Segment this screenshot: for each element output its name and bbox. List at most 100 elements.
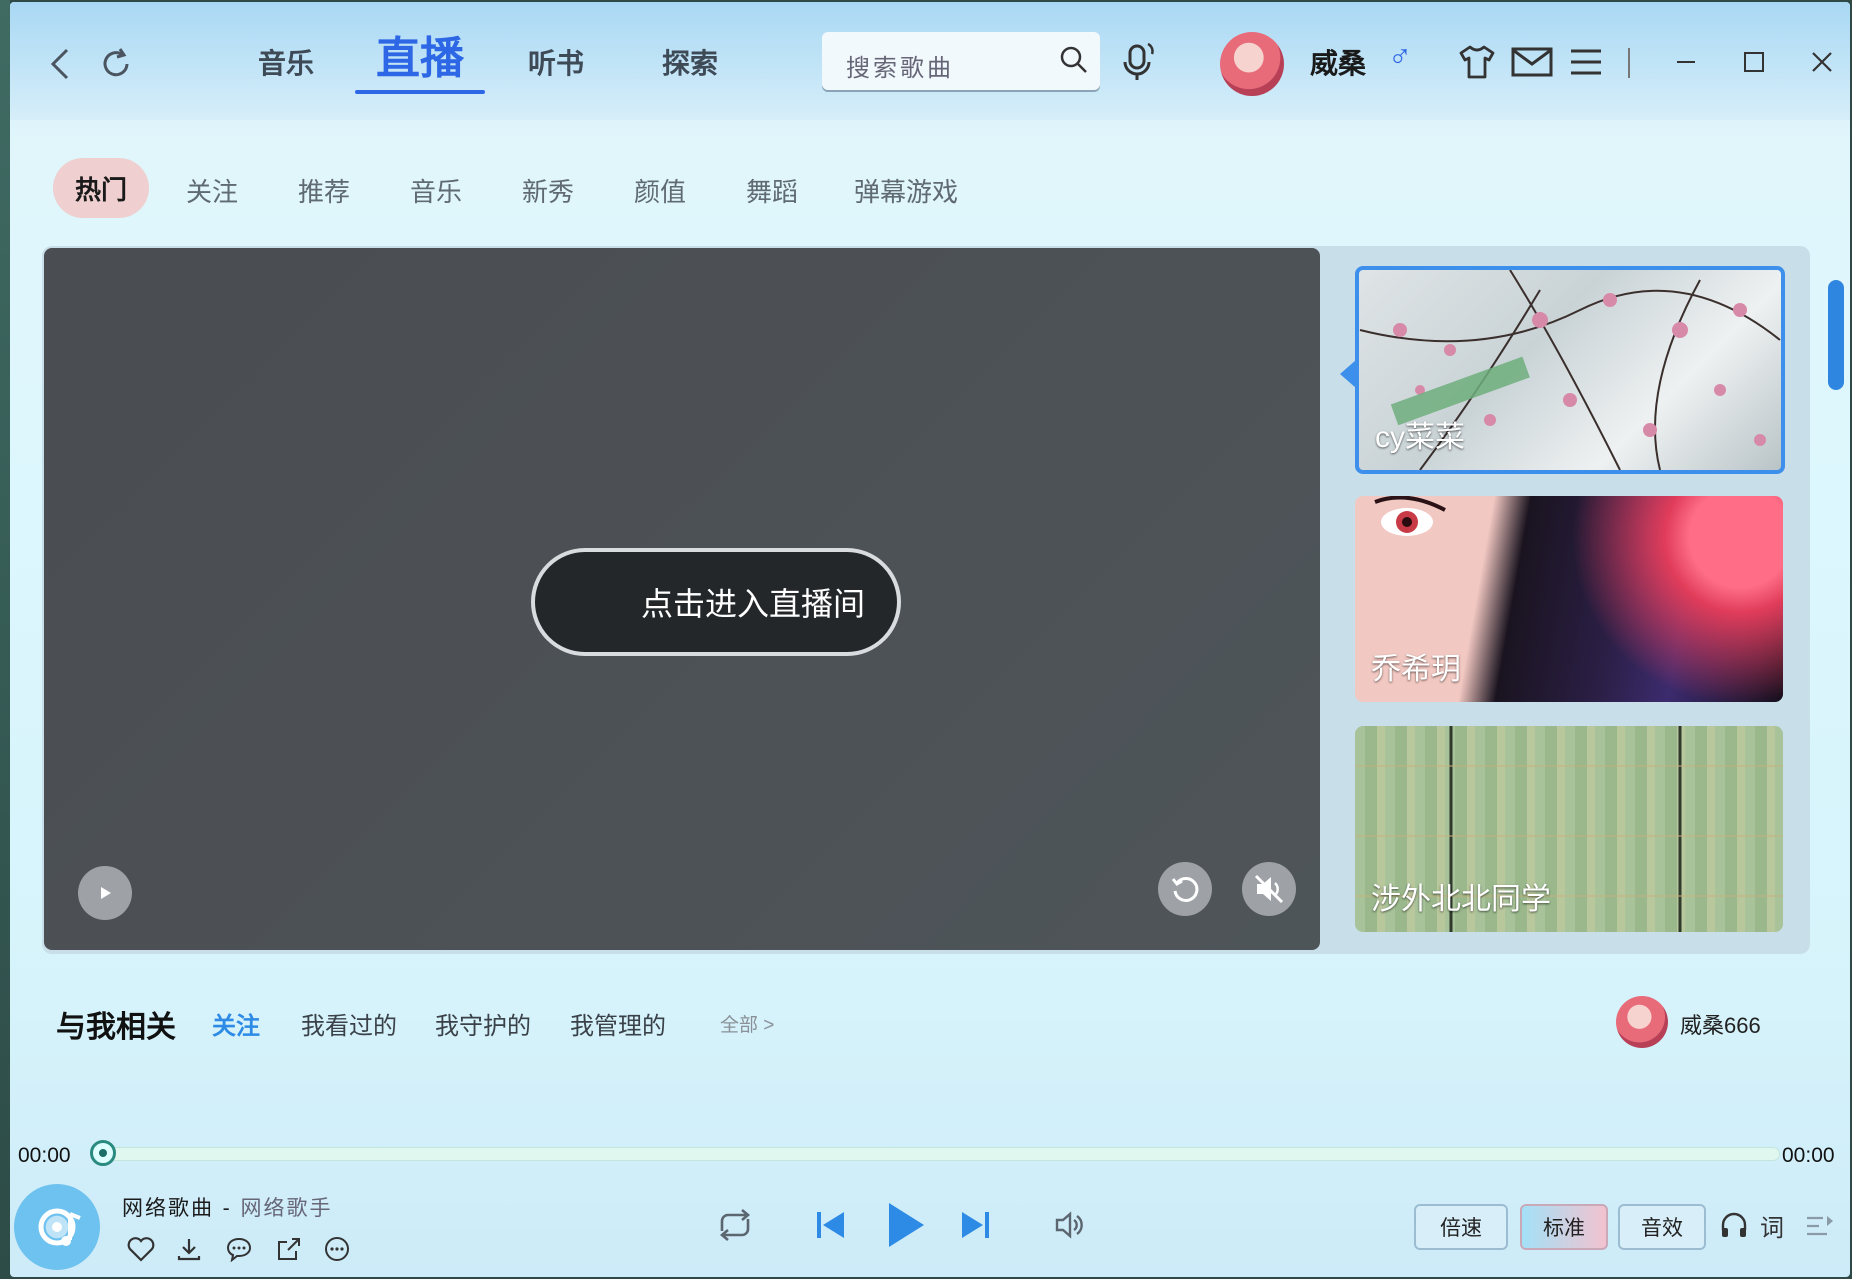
enter-live-room-label: 点击进入直播间 [640, 586, 865, 622]
live-room-card[interactable]: cy菜菜 [1355, 266, 1785, 474]
app-window: 音乐 直播 听书 探索 搜索歌曲 威桑 ♂ 热门 关注 推荐 音乐 新秀 颜值 … [10, 2, 1850, 1277]
repeat-icon [719, 1209, 751, 1241]
quality-standard-button[interactable]: 标准 [1520, 1204, 1608, 1250]
subtab-recommend[interactable]: 推荐 [298, 172, 350, 209]
progress-knob[interactable] [90, 1140, 116, 1166]
desktop-edge [0, 0, 10, 1279]
play-button[interactable] [876, 1192, 936, 1258]
related-section-title: 与我相关 [56, 1011, 176, 1044]
more-icon [325, 1237, 349, 1261]
live-room-card[interactable]: 乔希玥 [1355, 496, 1783, 702]
more-button[interactable] [320, 1232, 354, 1266]
related-user-name[interactable]: 威桑666 [1680, 1008, 1761, 1040]
related-tab-follow[interactable]: 关注 [212, 1006, 260, 1041]
download-icon [177, 1239, 201, 1261]
tab-live[interactable]: 直播 [376, 22, 464, 86]
scrollbar-thumb[interactable] [1828, 280, 1844, 390]
gender-icon: ♂ [1388, 38, 1412, 74]
maximize-button[interactable] [1732, 40, 1776, 84]
voice-search-button[interactable] [1116, 40, 1160, 84]
speaker-icon [1055, 1211, 1083, 1239]
menu-button[interactable] [1564, 40, 1608, 84]
skin-button[interactable] [1455, 40, 1499, 84]
volume-button[interactable] [1046, 1202, 1092, 1248]
subtab-music[interactable]: 音乐 [410, 172, 462, 209]
tab-music[interactable]: 音乐 [258, 42, 314, 82]
next-track-button[interactable] [950, 1200, 1000, 1250]
tshirt-icon [1459, 45, 1495, 79]
play-icon [101, 887, 111, 899]
headphone-button[interactable] [1714, 1204, 1754, 1246]
search-placeholder: 搜索歌曲 [846, 54, 954, 82]
tab-audiobook[interactable]: 听书 [528, 42, 584, 82]
back-icon [50, 48, 69, 80]
music-disc-icon [38, 1208, 81, 1246]
subtab-follow[interactable]: 关注 [186, 172, 238, 209]
loop-mode-button[interactable] [710, 1202, 760, 1248]
close-icon [1812, 52, 1832, 72]
video-mute-button[interactable] [1242, 862, 1296, 916]
sound-effect-button[interactable]: 音效 [1618, 1204, 1706, 1250]
artist-name: 网络歌手 [240, 1196, 333, 1220]
total-time: 00:00 [1782, 1144, 1835, 1167]
sound-wave-icon [568, 584, 632, 620]
video-reload-button[interactable] [1158, 862, 1212, 916]
reload-icon [1171, 876, 1199, 902]
playlist-icon [1807, 1216, 1833, 1236]
divider [1628, 48, 1630, 78]
back-button[interactable] [38, 40, 86, 88]
search-box[interactable]: 搜索歌曲 [822, 32, 1100, 90]
next-icon [962, 1212, 989, 1238]
subtab-looks[interactable]: 颜值 [634, 172, 686, 209]
related-user-avatar[interactable] [1616, 996, 1668, 1048]
playlist-button[interactable] [1800, 1206, 1840, 1246]
user-avatar[interactable] [1220, 32, 1284, 96]
like-button[interactable] [124, 1232, 158, 1266]
play-icon [889, 1203, 924, 1247]
subtab-dance[interactable]: 舞蹈 [746, 172, 798, 209]
lyrics-button[interactable]: 词 [1760, 1208, 1784, 1243]
tab-explore[interactable]: 探索 [662, 42, 718, 82]
refresh-button[interactable] [92, 40, 140, 88]
live-room-name: cy菜菜 [1375, 421, 1465, 454]
user-name[interactable]: 威桑 [1310, 42, 1366, 82]
title-separator: - [214, 1196, 241, 1220]
close-button[interactable] [1800, 40, 1844, 84]
current-time: 00:00 [18, 1144, 71, 1167]
active-tab-underline [355, 90, 485, 94]
refresh-icon [103, 48, 129, 77]
heart-icon [127, 1237, 155, 1262]
now-playing[interactable]: 网络歌曲 - 网络歌手 [122, 1192, 332, 1222]
video-play-button[interactable] [78, 866, 132, 920]
comment-button[interactable] [222, 1232, 256, 1266]
view-all-link[interactable]: 全部 > [720, 1010, 774, 1037]
related-tab-guarded[interactable]: 我守护的 [435, 1006, 531, 1041]
related-tab-managed[interactable]: 我管理的 [570, 1006, 666, 1041]
album-art[interactable] [14, 1184, 100, 1270]
minimize-button[interactable] [1664, 40, 1708, 84]
live-room-name: 乔希玥 [1371, 653, 1461, 686]
enter-live-room-button[interactable]: 点击进入直播间 [531, 548, 901, 656]
live-video-player[interactable]: 点击进入直播间 [44, 248, 1320, 950]
subtab-newcomer[interactable]: 新秀 [522, 172, 574, 209]
related-tab-watched[interactable]: 我看过的 [301, 1006, 397, 1041]
share-button[interactable] [272, 1232, 306, 1266]
download-button[interactable] [172, 1232, 206, 1266]
subtab-hot[interactable]: 热门 [53, 158, 149, 218]
share-icon [278, 1238, 300, 1260]
muted-speaker-icon [1254, 874, 1284, 904]
playback-speed-button[interactable]: 倍速 [1414, 1204, 1508, 1250]
subtab-danmaku-games[interactable]: 弹幕游戏 [854, 172, 958, 209]
live-room-name: 涉外北北同学 [1371, 883, 1551, 916]
mail-icon [1511, 47, 1553, 77]
maximize-icon [1744, 52, 1764, 72]
previous-track-button[interactable] [806, 1200, 856, 1250]
microphone-icon [1123, 42, 1154, 80]
live-room-card[interactable]: 涉外北北同学 [1355, 726, 1783, 932]
search-icon[interactable] [1058, 44, 1090, 81]
headphones-icon [1721, 1212, 1747, 1237]
messages-button[interactable] [1510, 40, 1554, 84]
selected-room-pointer [1340, 360, 1356, 388]
hamburger-menu-icon [1571, 49, 1601, 75]
progress-bar[interactable] [100, 1147, 1780, 1161]
